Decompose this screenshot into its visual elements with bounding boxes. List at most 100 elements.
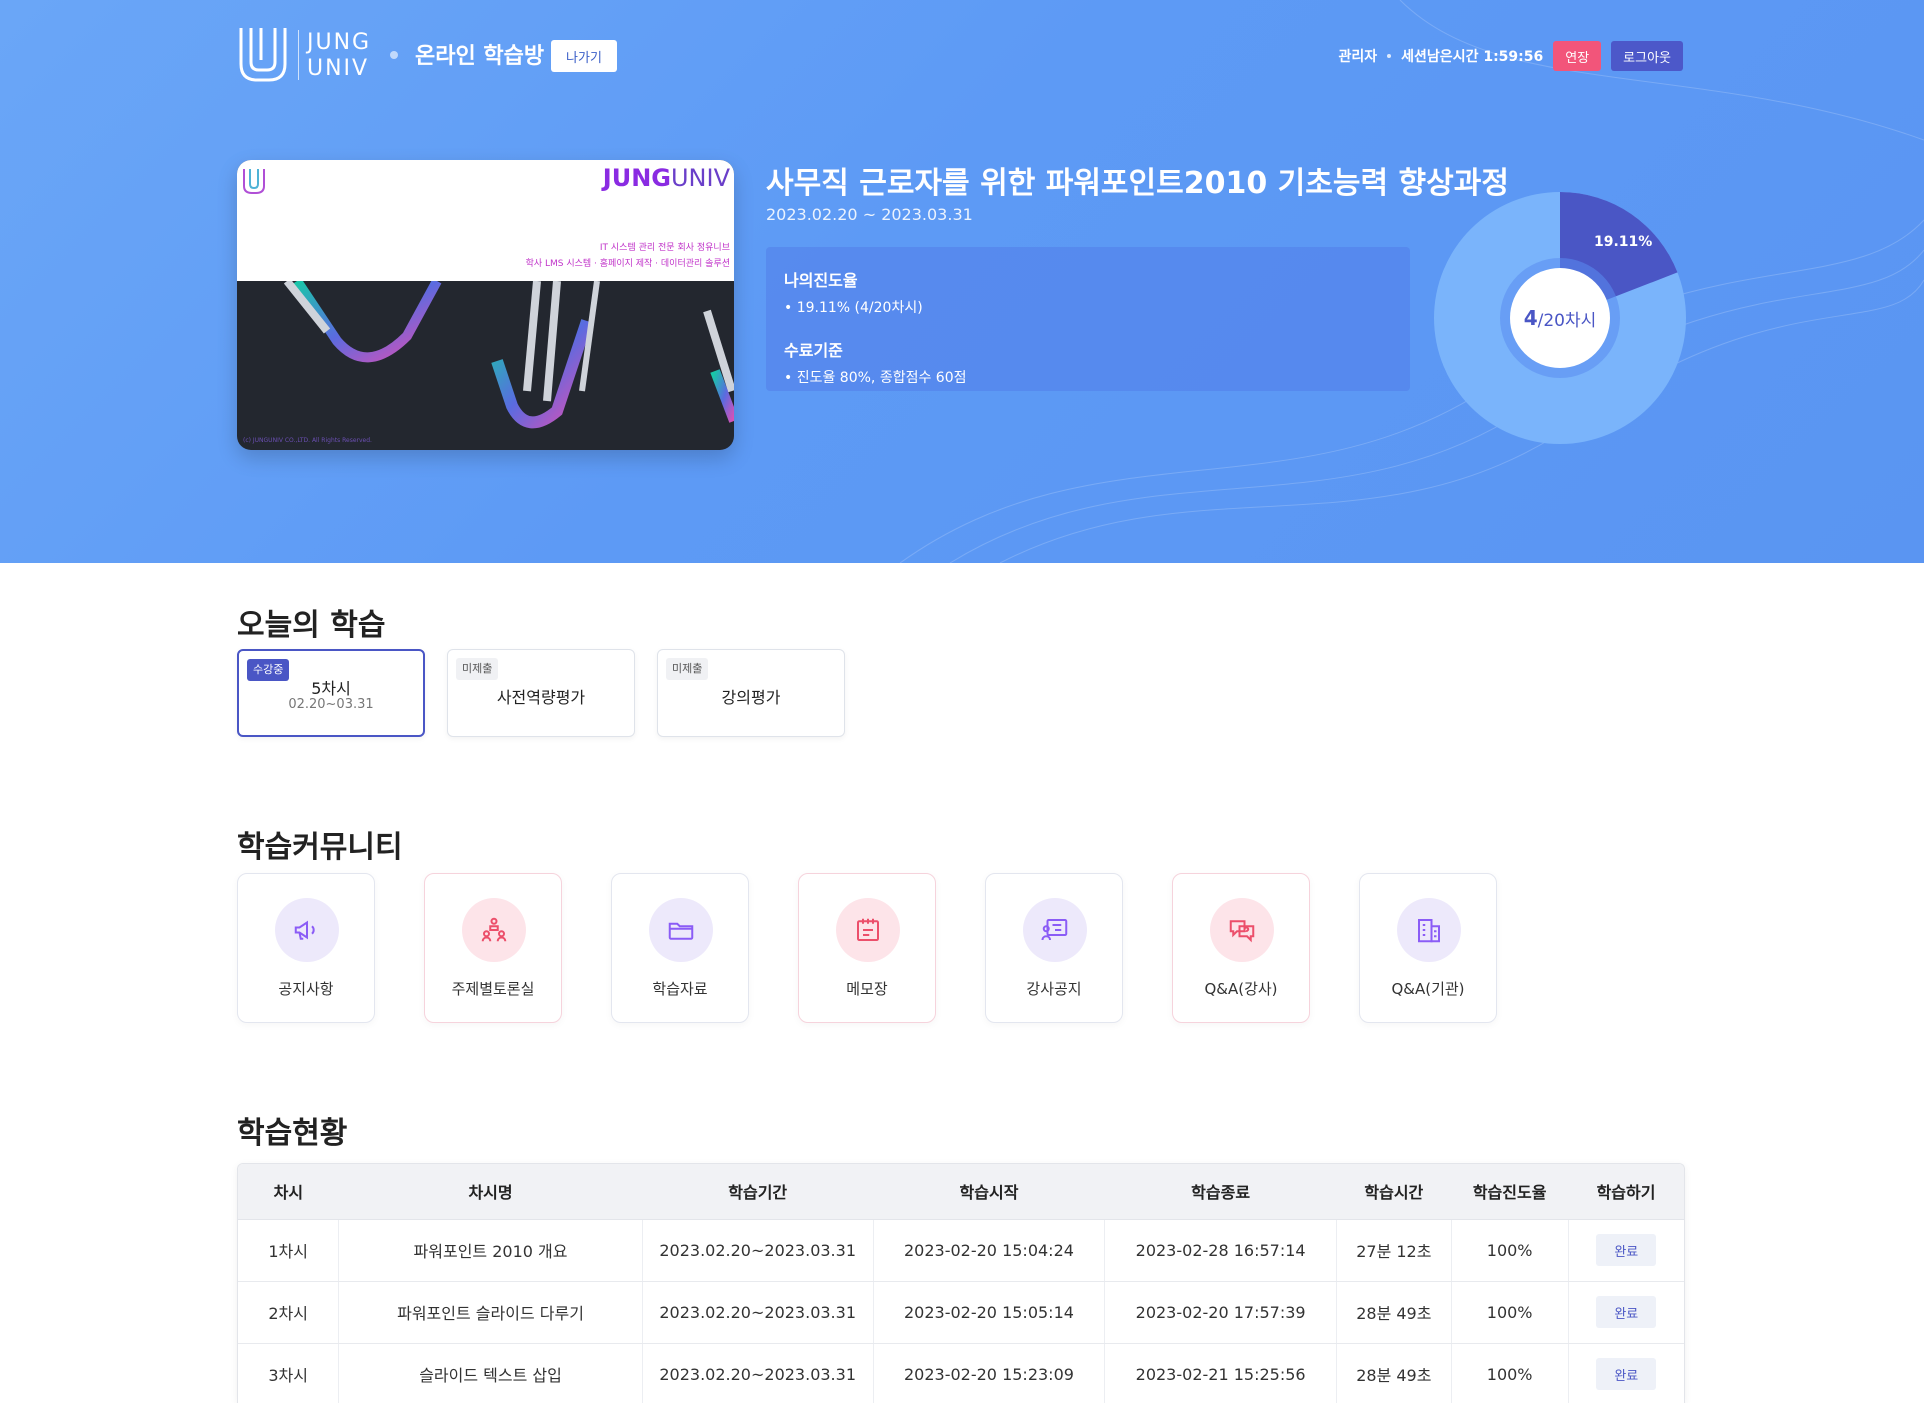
today-card-lesson[interactable]: 수강중 5차시 02.20~03.31 bbox=[237, 649, 425, 737]
user-role: 관리자 bbox=[1338, 49, 1378, 65]
cell-start: 2023-02-20 15:05:14 bbox=[873, 1281, 1106, 1344]
folder-icon bbox=[649, 898, 713, 962]
top-bar: JUNG UNIV 온라인 학습방 나가기 관리자 세션남은시간 1:59:56… bbox=[237, 22, 1683, 88]
cell-period: 2023.02.20~2023.03.31 bbox=[642, 1219, 874, 1282]
thumbnail-copyright: (c) JUNGUNIV CO.,LTD. All Rights Reserve… bbox=[243, 437, 372, 444]
table-row: 2차시 파워포인트 슬라이드 다루기 2023.02.20~2023.03.31… bbox=[238, 1281, 1684, 1344]
extend-session-button[interactable]: 연장 bbox=[1553, 41, 1602, 71]
today-card-lecture-evaluation[interactable]: 미제출 강의평가 bbox=[657, 649, 845, 737]
col-header: 학습진도율 bbox=[1451, 1164, 1569, 1220]
today-card-label: 5차시 bbox=[311, 679, 351, 698]
community-section-title: 학습커뮤니티 bbox=[237, 830, 403, 865]
univ-logo-mark-icon bbox=[239, 28, 287, 82]
community-label: 주제별토론실 bbox=[451, 980, 535, 998]
criteria-value: • 진도율 80%, 종합점수 60점 bbox=[784, 370, 967, 386]
status-badge: 미제출 bbox=[456, 658, 499, 680]
donut-percent-label: 19.11% bbox=[1594, 234, 1653, 250]
cell-period: 2023.02.20~2023.03.31 bbox=[642, 1281, 874, 1344]
progress-info-box: 나의진도율 • 19.11% (4/20차시) 수료기준 • 진도율 80%, … bbox=[766, 247, 1410, 391]
community-instructor-notice[interactable]: 강사공지 bbox=[985, 873, 1123, 1023]
learning-status-table: 차시 차시명 학습기간 학습시작 학습종료 학습시간 학습진도율 학습하기 1차… bbox=[237, 1163, 1685, 1403]
community-materials[interactable]: 학습자료 bbox=[611, 873, 749, 1023]
thumbnail-brand-light: UNIV bbox=[670, 164, 730, 192]
complete-button[interactable]: 완료 bbox=[1596, 1234, 1657, 1266]
table-row: 1차시 파워포인트 2010 개요 2023.02.20~2023.03.31 … bbox=[238, 1219, 1684, 1282]
logo-line-2: UNIV bbox=[307, 56, 370, 81]
today-section-title: 오늘의 학습 bbox=[237, 608, 386, 643]
col-header: 학습하기 bbox=[1568, 1164, 1684, 1220]
instructor-board-icon bbox=[1023, 898, 1087, 962]
cell-duration: 27분 12초 bbox=[1336, 1219, 1452, 1282]
col-header: 학습시작 bbox=[873, 1164, 1105, 1220]
lessons-done: 4 bbox=[1523, 306, 1538, 330]
cell-duration: 28분 49초 bbox=[1336, 1281, 1452, 1344]
community-notice[interactable]: 공지사항 bbox=[237, 873, 375, 1023]
today-card-label: 강의평가 bbox=[721, 688, 781, 707]
cell-lesson-name: 파워포인트 슬라이드 다루기 bbox=[338, 1281, 643, 1344]
cell-end: 2023-02-20 17:57:39 bbox=[1104, 1281, 1337, 1344]
col-header: 차시명 bbox=[338, 1164, 643, 1220]
progress-donut-chart: 19.11% 4/20차시 bbox=[1434, 192, 1686, 444]
cell-end: 2023-02-28 16:57:14 bbox=[1104, 1219, 1337, 1282]
today-card-label: 사전역량평가 bbox=[496, 688, 586, 707]
cell-lesson-name: 슬라이드 텍스트 삽입 bbox=[338, 1343, 643, 1403]
course-period: 2023.02.20 ~ 2023.03.31 bbox=[766, 205, 973, 224]
thumbnail-logo-icon bbox=[243, 169, 265, 194]
course-thumbnail: JUNGUNIV IT 시스템 관리 전문 회사 정유니브 학사 LMS 시스템… bbox=[237, 160, 734, 450]
community-label: 강사공지 bbox=[1026, 980, 1082, 998]
question-chat-icon bbox=[1210, 898, 1274, 962]
community-qa-instructor[interactable]: Q&A(강사) bbox=[1172, 873, 1310, 1023]
room-title: 온라인 학습방 bbox=[415, 44, 545, 69]
thumbnail-brand-bold: JUNG bbox=[602, 164, 671, 192]
cell-progress: 100% bbox=[1451, 1219, 1569, 1282]
status-badge: 미제출 bbox=[666, 658, 709, 680]
megaphone-icon bbox=[275, 898, 339, 962]
course-title: 사무직 근로자를 위한 파워포인트2010 기초능력 향상과정 bbox=[766, 166, 1509, 201]
community-label: 메모장 bbox=[846, 980, 888, 998]
criteria-heading: 수료기준 bbox=[784, 341, 843, 360]
community-discussion[interactable]: 주제별토론실 bbox=[424, 873, 562, 1023]
cell-start: 2023-02-20 15:04:24 bbox=[873, 1219, 1106, 1282]
notepad-icon bbox=[836, 898, 900, 962]
cell-lesson: 1차시 bbox=[238, 1219, 340, 1282]
thumbnail-tagline-2: 학사 LMS 시스템 · 홈페이지 제작 · 데이터관리 솔루션 bbox=[525, 259, 730, 269]
col-header: 학습기간 bbox=[642, 1164, 874, 1220]
cell-lesson: 3차시 bbox=[238, 1343, 340, 1403]
logo-line-1: JUNG bbox=[307, 30, 372, 55]
status-section-title: 학습현황 bbox=[237, 1116, 348, 1151]
complete-button[interactable]: 완료 bbox=[1596, 1358, 1657, 1390]
community-label: 학습자료 bbox=[652, 980, 708, 998]
building-icon bbox=[1397, 898, 1461, 962]
jung-univ-logo[interactable]: JUNG UNIV bbox=[237, 24, 377, 86]
cell-lesson: 2차시 bbox=[238, 1281, 340, 1344]
cell-start: 2023-02-20 15:23:09 bbox=[873, 1343, 1106, 1403]
user-session-area: 관리자 세션남은시간 1:59:56 연장 로그아웃 bbox=[1339, 40, 1683, 72]
community-label: Q&A(기관) bbox=[1391, 980, 1465, 998]
thumbnail-graphic bbox=[283, 281, 734, 429]
progress-heading: 나의진도율 bbox=[784, 271, 858, 290]
logout-button[interactable]: 로그아웃 bbox=[1611, 41, 1683, 71]
community-label: Q&A(강사) bbox=[1204, 980, 1278, 998]
cell-lesson-name: 파워포인트 2010 개요 bbox=[338, 1219, 643, 1282]
col-header: 학습종료 bbox=[1104, 1164, 1337, 1220]
progress-value: • 19.11% (4/20차시) bbox=[784, 300, 923, 316]
donut-center-label: 4/20차시 bbox=[1510, 268, 1610, 368]
title-dot bbox=[390, 51, 398, 59]
session-timer: 세션남은시간 1:59:56 bbox=[1401, 49, 1544, 65]
lessons-total: /20차시 bbox=[1537, 310, 1597, 331]
exit-button[interactable]: 나가기 bbox=[551, 40, 617, 72]
complete-button[interactable]: 완료 bbox=[1596, 1296, 1657, 1328]
today-card-pre-assessment[interactable]: 미제출 사전역량평가 bbox=[447, 649, 635, 737]
today-card-period: 02.20~03.31 bbox=[288, 697, 374, 712]
table-row: 3차시 슬라이드 텍스트 삽입 2023.02.20~2023.03.31 20… bbox=[238, 1343, 1684, 1403]
cell-end: 2023-02-21 15:25:56 bbox=[1104, 1343, 1337, 1403]
community-memo[interactable]: 메모장 bbox=[798, 873, 936, 1023]
thumbnail-tagline-1: IT 시스템 관리 전문 회사 정유니브 bbox=[599, 243, 730, 253]
col-header: 학습시간 bbox=[1336, 1164, 1452, 1220]
col-header: 차시 bbox=[238, 1164, 339, 1220]
table-header-row: 차시 차시명 학습기간 학습시작 학습종료 학습시간 학습진도율 학습하기 bbox=[238, 1164, 1684, 1220]
separator-dot bbox=[1387, 54, 1392, 58]
cell-progress: 100% bbox=[1451, 1343, 1569, 1403]
community-label: 공지사항 bbox=[278, 980, 334, 998]
community-qa-institution[interactable]: Q&A(기관) bbox=[1359, 873, 1497, 1023]
